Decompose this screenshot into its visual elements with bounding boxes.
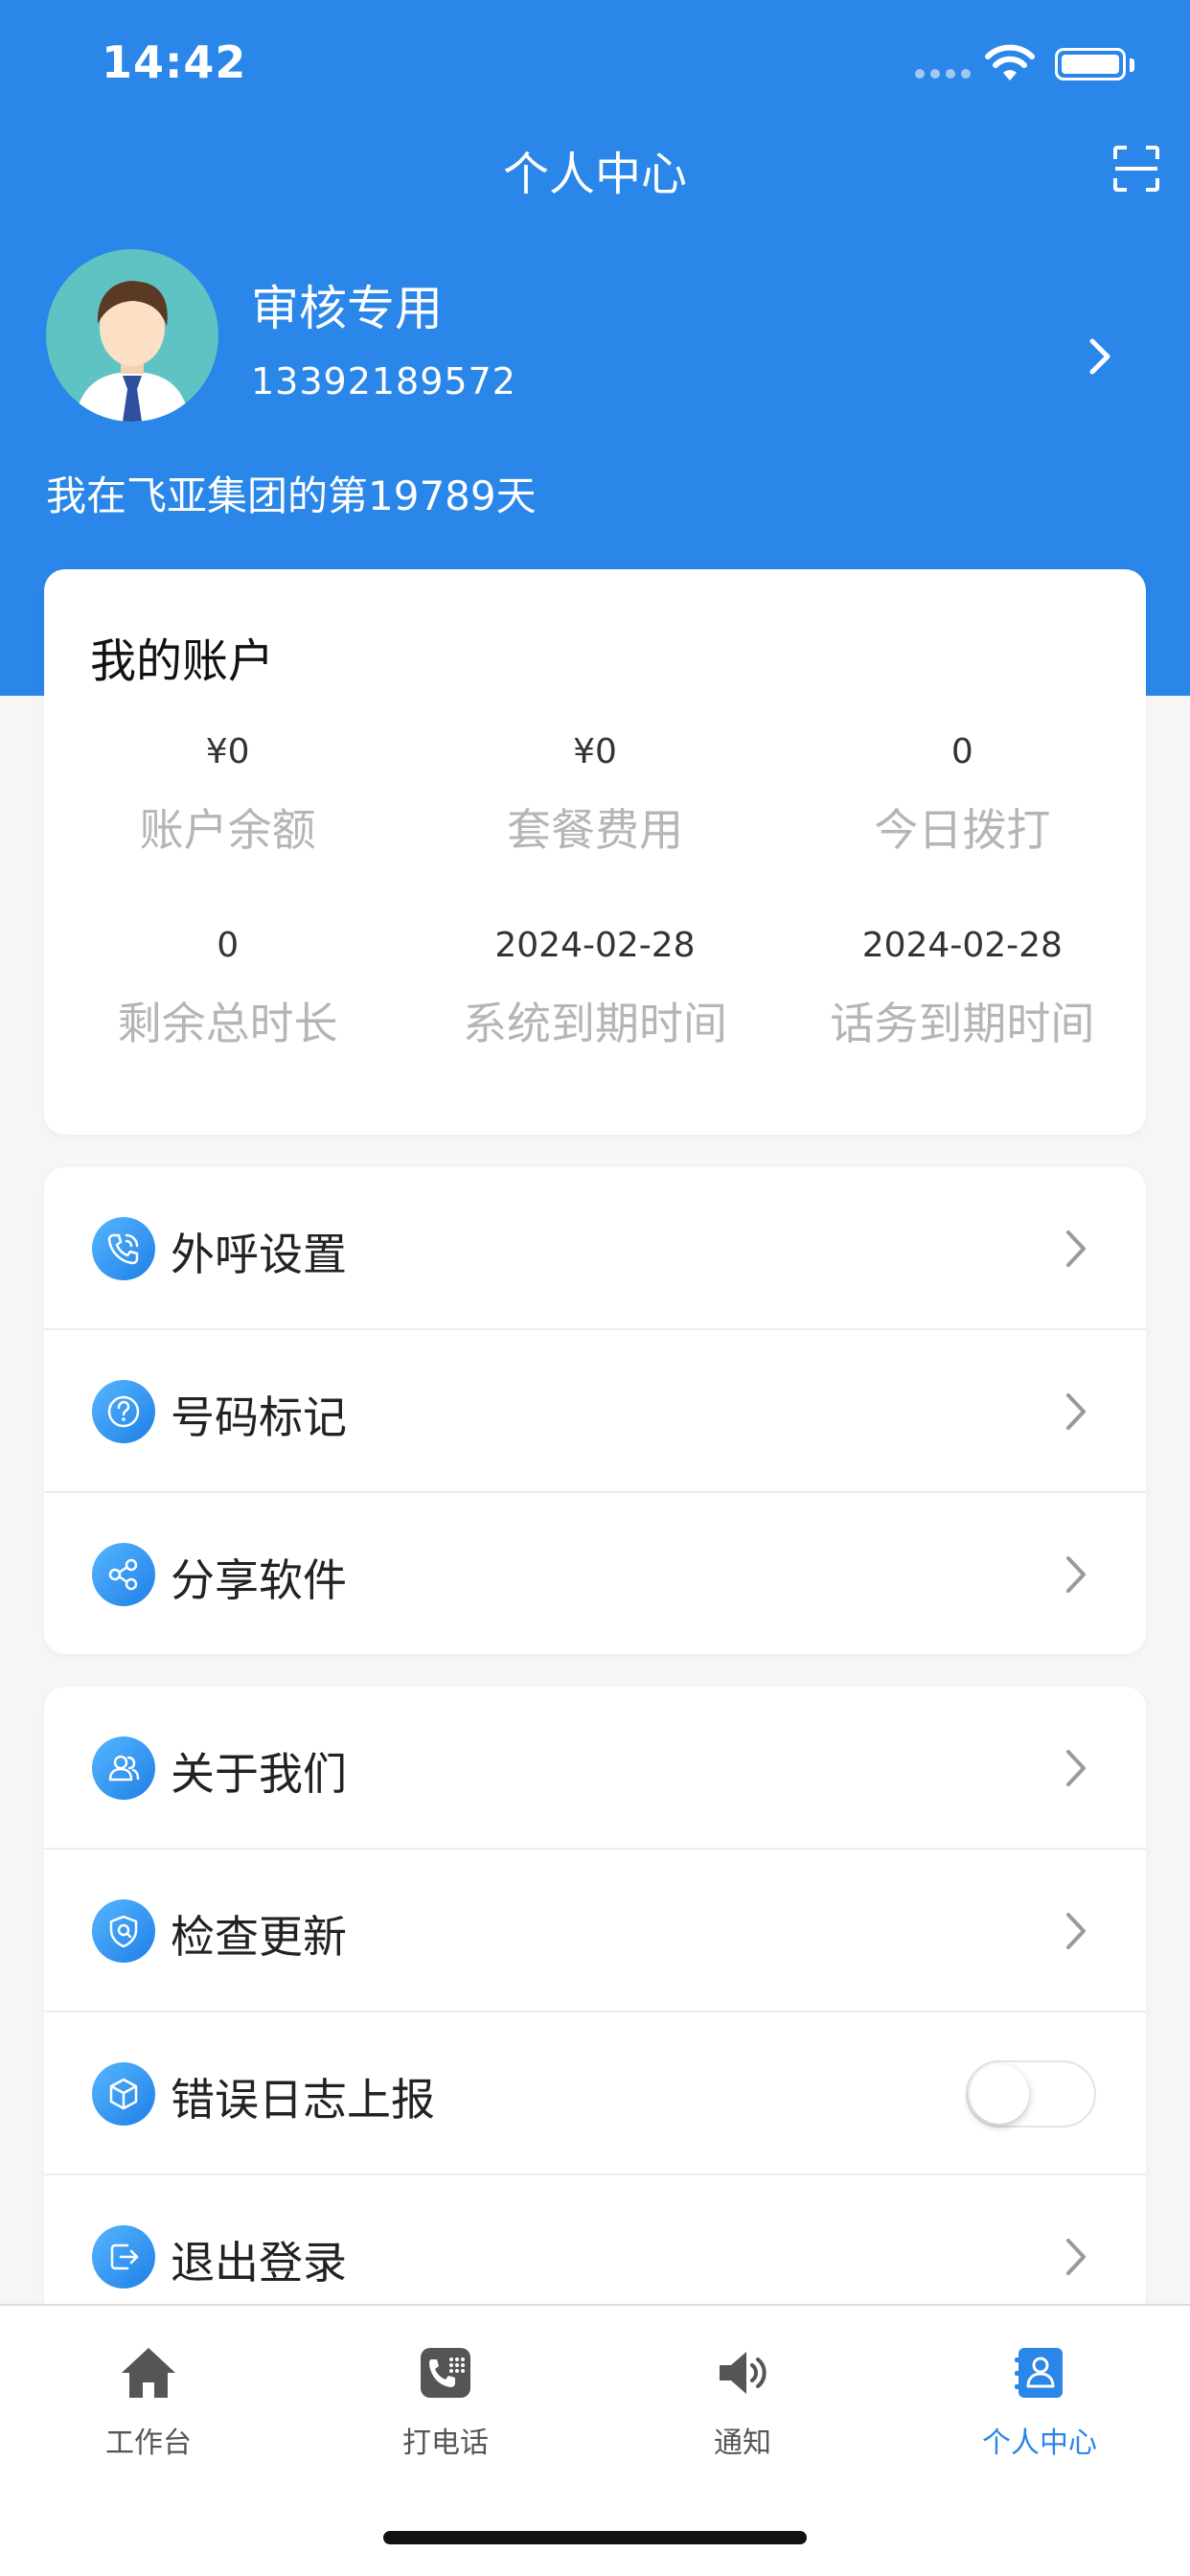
menu-item-check-update[interactable]: 检查更新	[44, 1850, 1146, 2012]
stat-value: 0	[950, 732, 973, 771]
wifi-icon	[985, 44, 1035, 80]
account-card: 我的账户 ¥0 账户余额 ¥0 套餐费用 0 今日拨打 0 剩余总时长 2024…	[44, 569, 1146, 1135]
stat-label: 话务到期时间	[830, 998, 1095, 1049]
chevron-right-icon	[1066, 1913, 1086, 1949]
chevron-right-icon	[1066, 1230, 1086, 1267]
stat-value: 0	[217, 926, 240, 965]
tab-label: 打电话	[402, 2426, 489, 2460]
menu-label: 退出登录	[171, 2237, 347, 2288]
menu-group-2: 关于我们 检查更新 错误日志上报 退出登录	[44, 1687, 1146, 2319]
menu-label: 关于我们	[171, 1748, 347, 1800]
menu-item-number-tagging[interactable]: 号码标记	[44, 1330, 1146, 1493]
user-phone: 13392189572	[251, 360, 516, 402]
logout-icon	[92, 2225, 155, 2288]
avatar[interactable]	[46, 249, 218, 422]
account-title: 我的账户	[90, 634, 275, 688]
shield-icon	[92, 1899, 155, 1963]
cellular-signal-icon	[915, 69, 971, 79]
box-icon	[92, 2062, 155, 2126]
stat-label: 今日拨打	[874, 804, 1051, 856]
scan-icon[interactable]	[1111, 144, 1161, 194]
menu-group-1: 外呼设置 号码标记 分享软件	[44, 1167, 1146, 1654]
battery-cap	[1130, 58, 1134, 72]
phone-settings-icon	[92, 1217, 155, 1280]
chevron-right-icon	[1066, 1750, 1086, 1786]
tab-notifications[interactable]: 通知	[647, 2342, 838, 2461]
tab-label: 个人中心	[982, 2426, 1097, 2460]
chevron-right-icon	[1066, 2239, 1086, 2275]
home-indicator	[383, 2531, 807, 2544]
menu-label: 分享软件	[171, 1554, 347, 1606]
contact-card-icon	[1015, 2348, 1063, 2398]
stat-value: ¥0	[573, 732, 617, 771]
stat-remaining-duration: 0 剩余总时长	[44, 926, 411, 1052]
stat-value: 2024-02-28	[861, 926, 1063, 965]
menu-label: 检查更新	[171, 1911, 347, 1963]
error-log-toggle[interactable]	[966, 2060, 1096, 2128]
tab-workbench[interactable]: 工作台	[53, 2342, 244, 2461]
menu-label: 号码标记	[171, 1392, 347, 1443]
account-stats: ¥0 账户余额 ¥0 套餐费用 0 今日拨打 0 剩余总时长 2024-02-2…	[44, 732, 1146, 1052]
phone-dialpad-icon	[421, 2348, 470, 2398]
stat-label: 剩余总时长	[117, 998, 338, 1049]
share-icon	[92, 1543, 155, 1606]
question-icon	[92, 1380, 155, 1443]
menu-label: 错误日志上报	[171, 2074, 435, 2126]
chevron-right-icon[interactable]	[1083, 334, 1117, 380]
menu-item-error-log-report: 错误日志上报	[44, 2012, 1146, 2175]
membership-days: 我在飞亚集团的第19789天	[46, 472, 537, 519]
stat-label: 账户余额	[139, 804, 316, 856]
home-icon	[122, 2348, 175, 2398]
stat-package-fee: ¥0 套餐费用	[411, 732, 778, 859]
stat-balance: ¥0 账户余额	[44, 732, 411, 859]
menu-label: 外呼设置	[171, 1229, 347, 1280]
stat-system-expiry: 2024-02-28 系统到期时间	[411, 926, 778, 1052]
chevron-right-icon	[1066, 1556, 1086, 1593]
page-title: 个人中心	[502, 148, 687, 201]
user-name: 审核专用	[251, 281, 443, 336]
stat-service-expiry: 2024-02-28 话务到期时间	[779, 926, 1146, 1052]
menu-item-about-us[interactable]: 关于我们	[44, 1687, 1146, 1850]
status-bar: 14:42	[0, 0, 1190, 134]
status-time: 14:42	[102, 36, 247, 88]
speaker-icon	[720, 2352, 767, 2394]
menu-item-share-app[interactable]: 分享软件	[44, 1493, 1146, 1656]
stat-value: 2024-02-28	[494, 926, 696, 965]
stat-today-calls: 0 今日拨打	[779, 732, 1146, 859]
chevron-right-icon	[1066, 1393, 1086, 1430]
tab-label: 通知	[714, 2426, 771, 2460]
stat-label: 系统到期时间	[462, 998, 727, 1049]
users-icon	[92, 1736, 155, 1800]
battery-icon	[1055, 48, 1126, 80]
tab-profile[interactable]: 个人中心	[944, 2342, 1135, 2461]
stat-label: 套餐费用	[506, 804, 683, 856]
menu-item-call-settings[interactable]: 外呼设置	[44, 1167, 1146, 1330]
tab-call[interactable]: 打电话	[350, 2342, 541, 2461]
stat-value: ¥0	[205, 732, 250, 771]
tab-label: 工作台	[105, 2426, 192, 2460]
toggle-knob	[970, 2064, 1029, 2124]
